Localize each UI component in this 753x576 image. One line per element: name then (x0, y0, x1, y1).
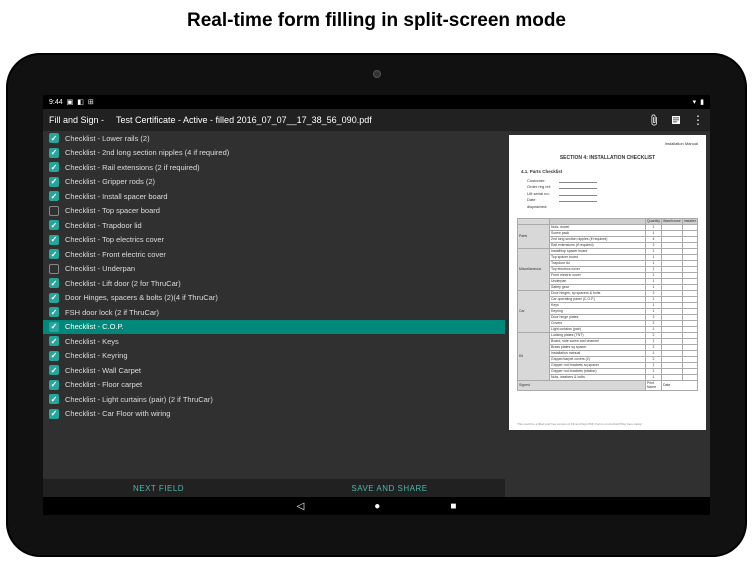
checklist-label: Checklist - Gripper rods (2) (65, 177, 155, 186)
status-time: 9:44 (49, 99, 63, 106)
checkbox-icon[interactable] (49, 177, 59, 187)
checklist-row[interactable]: Checklist - Install spacer board (43, 189, 505, 204)
attachment-icon[interactable] (648, 114, 660, 126)
checkbox-icon[interactable] (49, 133, 59, 143)
page-caption: Real-time form filling in split-screen m… (0, 0, 753, 32)
checklist-row[interactable]: Checklist - 2nd long section nipples (4 … (43, 146, 505, 161)
status-bar: 9:44 ▣ ◧ ⊞ ▾ ▮ (43, 95, 710, 109)
checklist-row[interactable]: Checklist - C.O.P. (43, 320, 505, 335)
save-share-button[interactable]: SAVE AND SHARE (274, 479, 505, 497)
checklist-row[interactable]: Checklist - Top electrics cover (43, 233, 505, 248)
app-name: Fill and Sign - (49, 115, 104, 125)
checkbox-icon[interactable] (49, 409, 59, 419)
checklist-row[interactable]: Checklist - Rail extensions (2 if requir… (43, 160, 505, 175)
overflow-menu-icon[interactable]: ⋮ (692, 114, 704, 126)
pdf-subtitle: 4.1. Parts Checklist (521, 169, 698, 174)
checkbox-icon[interactable] (49, 351, 59, 361)
checklist-label: Checklist - Lower rails (2) (65, 134, 150, 143)
checklist-row[interactable]: Checklist - Light curtains (pair) (2 if … (43, 392, 505, 407)
checklist-row[interactable]: Checklist - Front electric cover (43, 247, 505, 262)
pdf-header: Installation Manual (665, 141, 698, 146)
checkbox-icon[interactable] (49, 307, 59, 317)
document-title: Test Certificate - Active - filled 2016_… (116, 115, 372, 125)
checklist-label: Checklist - Install spacer board (65, 192, 168, 201)
left-pane: Checklist - Lower rails (2) Checklist - 2… (43, 131, 505, 497)
checklist-row[interactable]: Checklist - Wall Carpet (43, 363, 505, 378)
checkbox-icon[interactable] (49, 380, 59, 390)
checkbox-icon[interactable] (49, 191, 59, 201)
checkbox-icon[interactable] (49, 336, 59, 346)
checkbox-icon[interactable] (49, 293, 59, 303)
checklist-label: Door Hinges, spacers & bolts (2)(4 if Th… (65, 293, 218, 302)
checklist-label: Checklist - Top spacer board (65, 206, 160, 215)
checkbox-icon[interactable] (49, 322, 59, 332)
checklist-label: FSH door lock (2 if ThruCar) (65, 308, 159, 317)
checkbox-icon[interactable] (49, 278, 59, 288)
pdf-section-title: SECTION 4: INSTALLATION CHECKLIST (517, 155, 698, 161)
checklist-row[interactable]: Checklist - Top spacer board (43, 204, 505, 219)
checklist-label: Checklist - 2nd long section nipples (4 … (65, 148, 229, 157)
checklist-row[interactable]: Checklist - Lower rails (2) (43, 131, 505, 146)
next-field-button[interactable]: NEXT FIELD (43, 479, 274, 497)
checklist-row[interactable]: Checklist - Car Floor with wiring (43, 407, 505, 422)
checklist-label: Checklist - Keyring (65, 351, 128, 360)
nav-back-icon[interactable]: ◁ (297, 501, 305, 512)
checklist-label: Checklist - Trapdoor lid (65, 221, 142, 230)
tablet-camera (373, 70, 381, 78)
checklist[interactable]: Checklist - Lower rails (2) Checklist - 2… (43, 131, 505, 479)
checklist-label: Checklist - Underpan (65, 264, 135, 273)
checklist-label: Checklist - Rail extensions (2 if requir… (65, 163, 200, 172)
tablet-frame: 9:44 ▣ ◧ ⊞ ▾ ▮ Fill and Sign - Test Cert… (8, 55, 745, 555)
battery-icon: ▮ (700, 98, 704, 106)
status-icon-1: ▣ (67, 98, 74, 106)
checkbox-icon[interactable] (49, 220, 59, 230)
checklist-row[interactable]: Checklist - Keyring (43, 349, 505, 364)
checklist-row[interactable]: Checklist - Lift door (2 for ThruCar) (43, 276, 505, 291)
checklist-label: Checklist - C.O.P. (65, 322, 124, 331)
checklist-label: Checklist - Car Floor with wiring (65, 409, 170, 418)
checklist-label: Checklist - Keys (65, 337, 119, 346)
android-navbar: ◁ ● ■ (43, 497, 710, 515)
form-icon[interactable] (670, 114, 682, 126)
checklist-row[interactable]: Checklist - Trapdoor lid (43, 218, 505, 233)
status-icon-2: ◧ (77, 98, 84, 106)
right-pane: Installation Manual SECTION 4: INSTALLAT… (505, 131, 710, 497)
checklist-label: Checklist - Floor carpet (65, 380, 142, 389)
nav-home-icon[interactable]: ● (374, 501, 380, 512)
tablet-screen: 9:44 ▣ ◧ ⊞ ▾ ▮ Fill and Sign - Test Cert… (43, 95, 710, 515)
checklist-label: Checklist - Wall Carpet (65, 366, 141, 375)
checklist-row[interactable]: Checklist - Gripper rods (2) (43, 175, 505, 190)
checklist-row[interactable]: Checklist - Keys (43, 334, 505, 349)
checkbox-icon[interactable] (49, 249, 59, 259)
checkbox-icon[interactable] (49, 264, 59, 274)
checkbox-icon[interactable] (49, 365, 59, 375)
checkbox-icon[interactable] (49, 235, 59, 245)
checklist-row[interactable]: Checklist - Underpan (43, 262, 505, 277)
checklist-label: Checklist - Lift door (2 for ThruCar) (65, 279, 181, 288)
checklist-label: Checklist - Top electrics cover (65, 235, 164, 244)
nav-recent-icon[interactable]: ■ (450, 501, 456, 512)
split-content: Checklist - Lower rails (2) Checklist - 2… (43, 131, 710, 497)
status-icon-3: ⊞ (88, 98, 94, 106)
checklist-row[interactable]: Door Hinges, spacers & bolts (2)(4 if Th… (43, 291, 505, 306)
checkbox-icon[interactable] (49, 162, 59, 172)
checkbox-icon[interactable] (49, 148, 59, 158)
pdf-preview[interactable]: Installation Manual SECTION 4: INSTALLAT… (509, 135, 706, 430)
checklist-label: Checklist - Light curtains (pair) (2 if … (65, 395, 213, 404)
checkbox-icon[interactable] (49, 394, 59, 404)
pdf-table: QuantityWarehouseInstallerPartsNuts, dow… (517, 218, 698, 391)
wifi-icon: ▾ (693, 98, 697, 106)
pdf-footer: This could be a filled and free version … (517, 422, 698, 426)
bottom-buttons: NEXT FIELD SAVE AND SHARE (43, 479, 505, 497)
app-bar: Fill and Sign - Test Certificate - Activ… (43, 109, 710, 131)
checklist-row[interactable]: FSH door lock (2 if ThruCar) (43, 305, 505, 320)
pdf-form-fields: Customer:Order reg ref:Lift serial no:Da… (527, 178, 698, 210)
checklist-label: Checklist - Front electric cover (65, 250, 166, 259)
checklist-row[interactable]: Checklist - Floor carpet (43, 378, 505, 393)
checkbox-icon[interactable] (49, 206, 59, 216)
